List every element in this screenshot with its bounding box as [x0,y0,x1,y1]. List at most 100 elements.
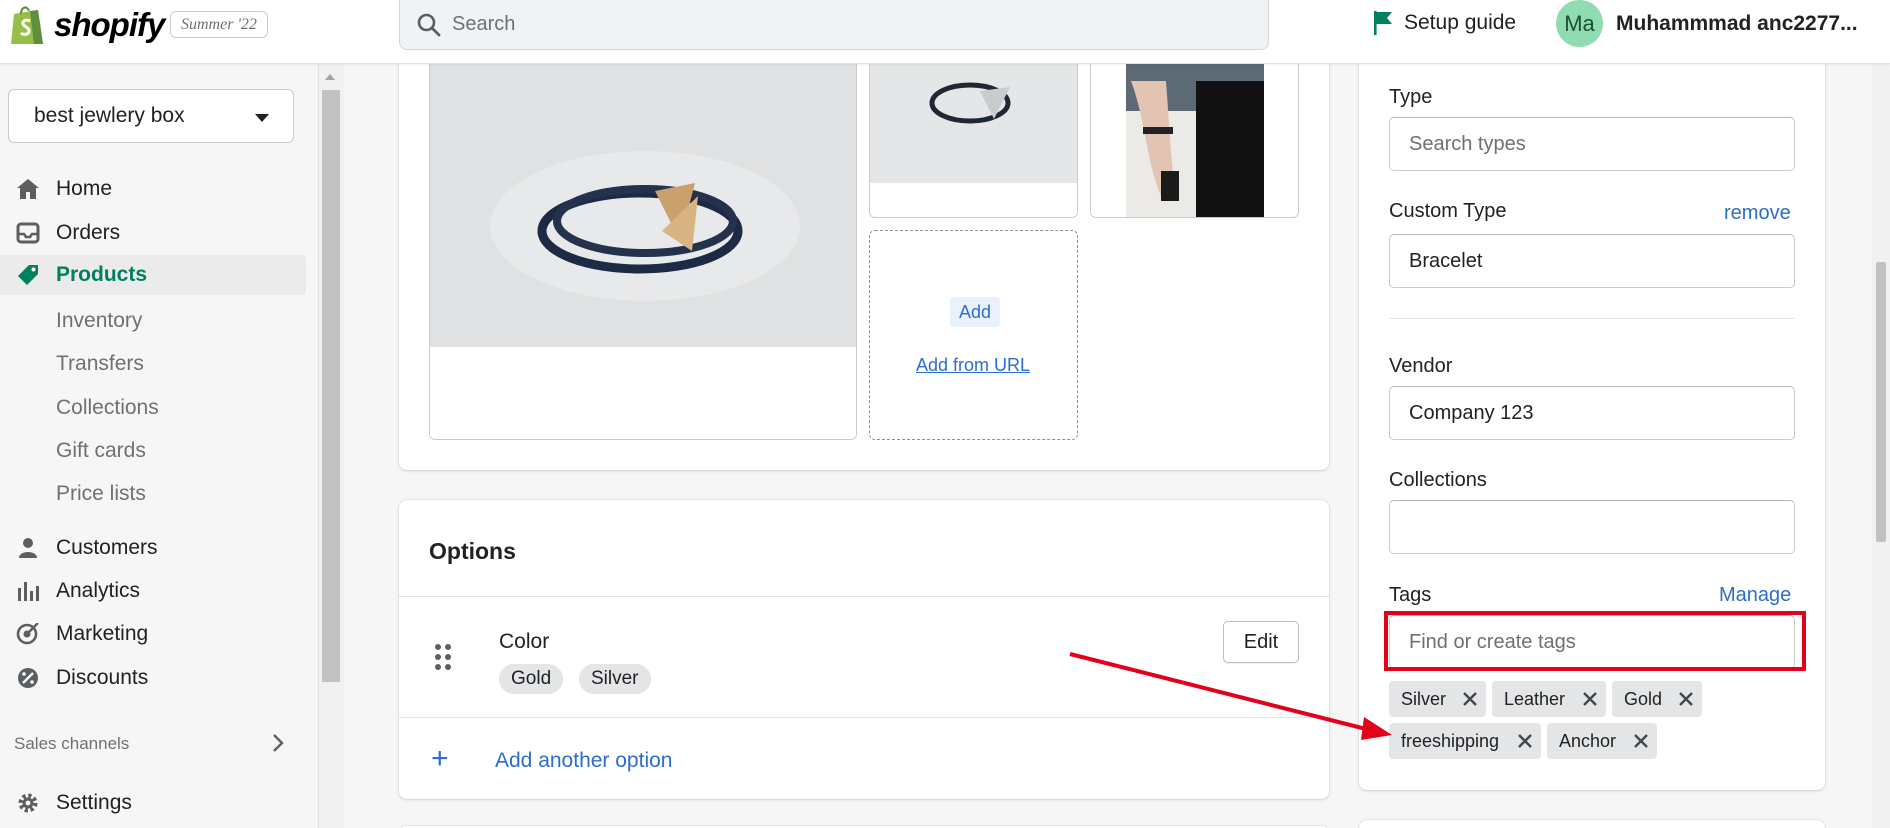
tag-chip: Anchor [1547,723,1657,759]
sidebar-item-home[interactable]: Home [0,169,306,209]
add-another-option-link[interactable]: Add another option [495,749,672,773]
vendor-field[interactable] [1389,386,1795,440]
home-icon [17,179,39,199]
sidebar-subitem-transfers[interactable]: Transfers [56,352,144,376]
divider [399,596,1329,597]
option-value-pill: Silver [579,664,651,694]
page-scrollbar-thumb[interactable] [1876,262,1886,542]
product-image-2[interactable] [869,40,1078,218]
divider [1389,318,1795,319]
close-icon[interactable] [1678,691,1694,707]
shopify-bag-icon [11,6,43,44]
manage-tags-link[interactable]: Manage [1719,584,1791,607]
product-image-main[interactable] [429,40,857,440]
caret-down-icon [255,114,269,122]
setup-guide-label: Setup guide [1404,11,1517,34]
remove-custom-type-link[interactable]: remove [1724,202,1791,225]
tag-chip: Leather [1492,681,1606,717]
sidebar-item-marketing[interactable]: Marketing [0,614,306,654]
avatar[interactable]: Ma [1556,0,1603,47]
orders-icon [16,222,40,244]
vendor-input[interactable] [1390,387,1794,439]
sidebar-item-discounts[interactable]: Discounts [0,658,306,698]
sidebar-subitem-gift-cards[interactable]: Gift cards [56,439,146,463]
divider [399,717,1329,718]
bracelet-photo-image [430,41,856,439]
sidebar-subitem-collections[interactable]: Collections [56,396,159,420]
store-selector[interactable]: best jewlery box [8,89,294,143]
tag-chip: freeshipping [1389,723,1541,759]
global-search[interactable] [399,0,1269,50]
edit-option-button[interactable]: Edit [1223,621,1299,663]
sales-channels-heading: Sales channels [14,734,130,753]
edition-badge: Summer '22 [170,11,268,38]
tag-label: Gold [1624,689,1663,709]
drag-handle-icon[interactable] [433,642,453,672]
add-media-button[interactable]: Add [950,297,1000,327]
close-icon[interactable] [1462,691,1478,707]
setup-guide-button[interactable]: Setup guide [1372,10,1516,36]
sidebar-item-label: Discounts [56,666,149,689]
next-card [1359,820,1825,828]
search-input[interactable] [452,10,1232,38]
custom-type-field[interactable] [1389,234,1795,288]
sidebar-scrollbar-thumb[interactable] [322,90,340,682]
collections-label: Collections [1389,469,1487,491]
product-image-3[interactable] [1090,40,1299,218]
person-icon [19,538,37,558]
chevron-right-icon[interactable] [270,732,286,754]
sidebar-item-label: Marketing [56,622,149,645]
sidebar-item-label: Settings [56,791,132,814]
options-card: Options Color Gold Silver Edit + Add ano… [399,500,1329,799]
plus-icon[interactable]: + [431,744,449,774]
gear-icon [18,793,38,813]
scroll-up-arrow-icon[interactable] [325,74,335,80]
sidebar-item-label: Products [56,263,148,286]
type-label: Type [1389,86,1433,108]
sidebar-item-label: Orders [56,221,121,244]
collections-field[interactable] [1389,500,1795,554]
product-organization-card: Type Custom Type remove Vendor Collectio… [1359,40,1825,790]
custom-type-input[interactable] [1390,235,1794,287]
tags-label: Tags [1389,584,1432,606]
sidebar-subitem-inventory[interactable]: Inventory [56,309,142,333]
options-heading: Options [429,538,516,564]
close-icon[interactable] [1582,691,1598,707]
type-input[interactable] [1390,118,1794,170]
close-icon[interactable] [1633,733,1649,749]
tag-chip: Gold [1612,681,1702,717]
collections-input[interactable] [1390,501,1794,553]
type-field[interactable] [1389,117,1795,171]
discount-icon [18,668,38,688]
target-icon [16,623,39,645]
media-add-dropzone[interactable]: Add Add from URL [869,230,1078,440]
store-name: best jewlery box [34,104,185,127]
sidebar-item-label: Analytics [56,579,141,602]
top-bar: shopify Summer '22 Setup guide Ma Muhamm… [0,0,1890,64]
vendor-label: Vendor [1389,355,1453,377]
tag-chip: Silver [1389,681,1486,717]
sidebar: best jewlery box Home Orders Products In… [0,64,318,828]
custom-type-label: Custom Type [1389,200,1507,222]
sidebar-subitem-price-lists[interactable]: Price lists [56,482,146,506]
option-value-pill: Gold [499,664,564,694]
tag-label: Anchor [1559,731,1617,751]
sidebar-item-settings[interactable]: Settings [0,783,306,823]
sidebar-item-products[interactable]: Products [0,255,306,295]
bar-chart-icon [18,582,39,601]
tag-label: freeshipping [1401,731,1500,751]
brand-wordmark: shopify [54,6,165,43]
bracelet-thumb-image [870,41,1077,217]
sidebar-item-customers[interactable]: Customers [0,528,306,568]
sidebar-item-orders[interactable]: Orders [0,213,306,253]
model-wrist-image [1091,41,1298,217]
user-name[interactable]: Muhammmad anc2277... [1616,12,1858,36]
shopify-logo[interactable]: shopify [8,4,165,46]
sidebar-item-label: Customers [56,536,158,559]
sidebar-item-analytics[interactable]: Analytics [0,571,306,611]
tag-icon [18,265,38,285]
annotation-highlight-box [1384,611,1806,671]
tag-label: Silver [1401,689,1447,709]
add-from-url-link[interactable]: Add from URL [916,355,1030,376]
close-icon[interactable] [1517,733,1533,749]
